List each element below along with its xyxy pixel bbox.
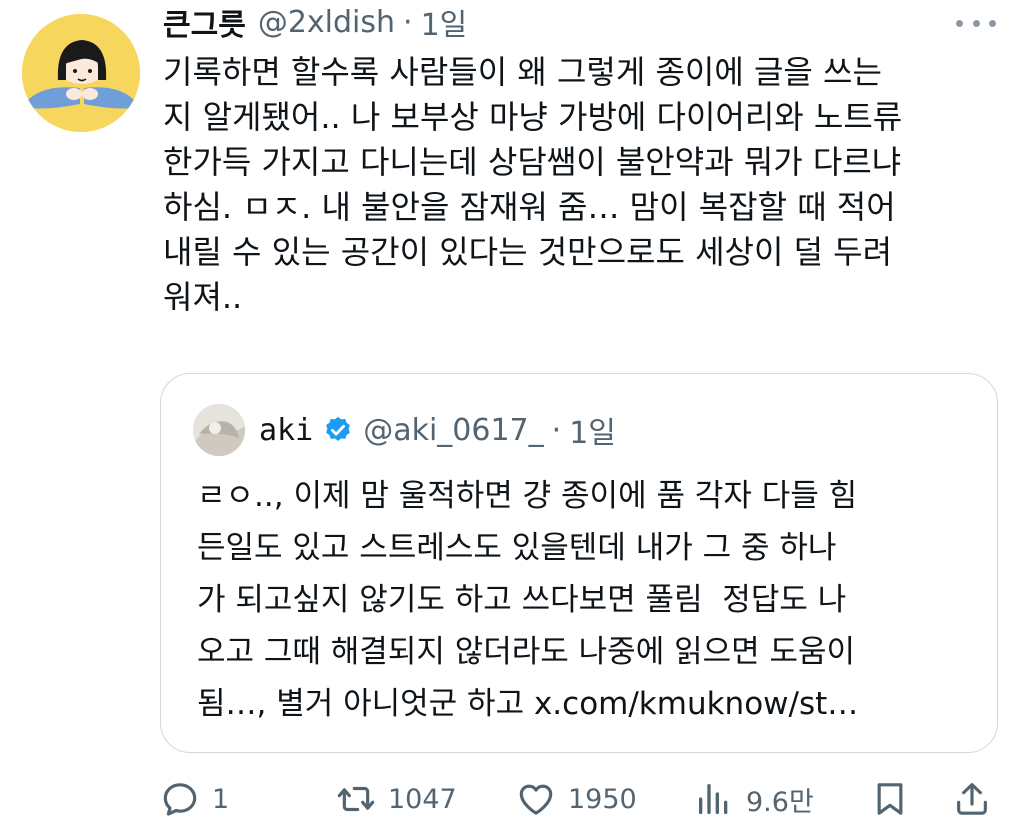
reply-icon [163,783,197,816]
user-avatar[interactable] [22,14,140,132]
tweet-header: 큰그릇 @2xldish · 1일 [163,0,467,44]
quoted-tweet-header: aki @aki_0617_ · 1일 [259,404,616,456]
views-count: 9.6만 [746,786,814,818]
quoted-tweet-card[interactable]: aki @aki_0617_ · 1일 ㄹㅇ.., 이제 맘 울적하면 걍 종이… [160,373,998,753]
user-handle[interactable]: @2xldish [258,5,395,40]
retweet-count: 1047 [388,783,457,815]
retweet-button[interactable]: 1047 [336,772,457,826]
like-count: 1950 [568,783,637,815]
bar-chart-icon [699,784,728,814]
more-dot [989,19,996,27]
action-bar: 1 1047 1950 9.6만 [160,772,1000,826]
photo-avatar-icon [193,404,245,456]
more-dot [956,19,963,27]
verified-badge-icon [326,416,351,441]
reply-button[interactable]: 1 [160,772,229,826]
cartoon-girl-avatar-icon [22,14,140,132]
bookmark-icon [877,783,903,815]
quoted-display-name[interactable]: aki [259,413,313,448]
quoted-user-handle[interactable]: @aki_0617_ [363,413,543,448]
more-options-icon[interactable] [956,12,996,34]
retweet-icon [337,786,375,812]
quoted-user-avatar[interactable] [193,404,245,456]
like-button[interactable]: 1950 [516,772,637,826]
share-button[interactable] [952,772,992,826]
more-dot [972,19,980,27]
tweet-text: 기록하면 할수록 사람들이 왜 그렇게 종이에 글을 쓰는 지 알게됐어.. 나… [163,53,903,316]
quoted-timestamp[interactable]: 1일 [569,408,616,452]
separator-dot: · [403,4,413,40]
bookmark-button[interactable] [870,772,910,826]
reply-count: 1 [212,783,230,815]
share-icon [957,783,987,815]
separator-dot: · [551,412,562,448]
views-button[interactable]: 9.6만 [694,772,814,826]
heart-icon [519,784,553,815]
timestamp[interactable]: 1일 [421,0,468,44]
display-name[interactable]: 큰그릇 [163,0,246,44]
quoted-tweet-text: ㄹㅇ.., 이제 맘 울적하면 걍 종이에 품 각자 다들 힘 든일도 있고 스… [197,478,859,722]
